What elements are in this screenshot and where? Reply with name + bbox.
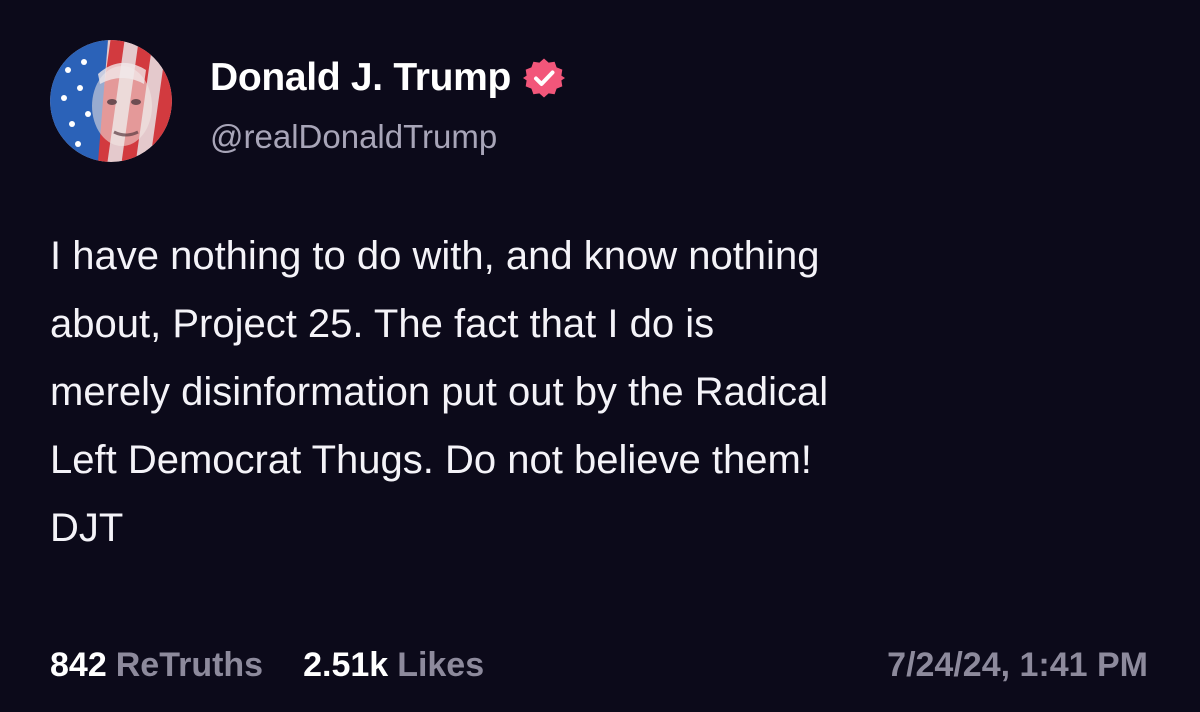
post-body-line: about, Project 25. The fact that I do is bbox=[50, 302, 715, 346]
likes-stat[interactable]: 2.51k Likes bbox=[303, 646, 484, 685]
author-name-row: Donald J. Trump bbox=[210, 54, 566, 102]
likes-count: 2.51k bbox=[303, 646, 389, 684]
verified-badge-icon bbox=[523, 57, 566, 99]
profile-avatar[interactable] bbox=[50, 40, 172, 162]
author-display-name[interactable]: Donald J. Trump bbox=[210, 56, 511, 100]
retruths-label: ReTruths bbox=[115, 646, 264, 684]
likes-label: Likes bbox=[397, 646, 485, 684]
author-handle[interactable]: @realDonaldTrump bbox=[210, 118, 497, 156]
post-stats: 842 ReTruths 2.51k Likes bbox=[50, 646, 484, 685]
post-body-line: Left Democrat Thugs. Do not believe them… bbox=[50, 438, 812, 482]
post-body-line: I have nothing to do with, and know noth… bbox=[50, 234, 820, 278]
retruths-stat[interactable]: 842 ReTruths bbox=[50, 646, 263, 685]
post-timestamp[interactable]: 7/24/24, 1:41 PM bbox=[887, 646, 1148, 685]
avatar-image bbox=[50, 40, 172, 162]
post-body: I have nothing to do with, and know noth… bbox=[50, 222, 1170, 562]
post-body-line: DJT bbox=[50, 506, 124, 550]
retruths-count: 842 bbox=[50, 646, 107, 684]
post-card: Donald J. Trump @realDonaldTrump I have … bbox=[0, 0, 1200, 712]
post-body-line: merely disinformation put out by the Rad… bbox=[50, 370, 829, 414]
